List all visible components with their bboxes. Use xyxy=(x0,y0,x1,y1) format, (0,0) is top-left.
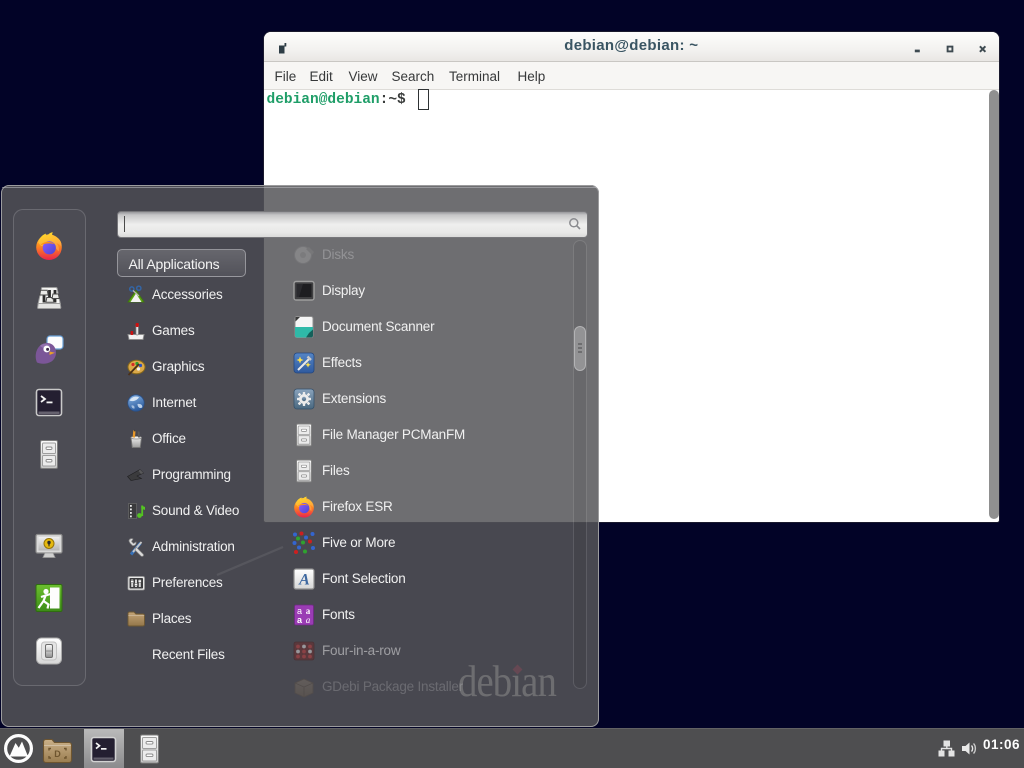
svg-text:D: D xyxy=(54,749,61,759)
